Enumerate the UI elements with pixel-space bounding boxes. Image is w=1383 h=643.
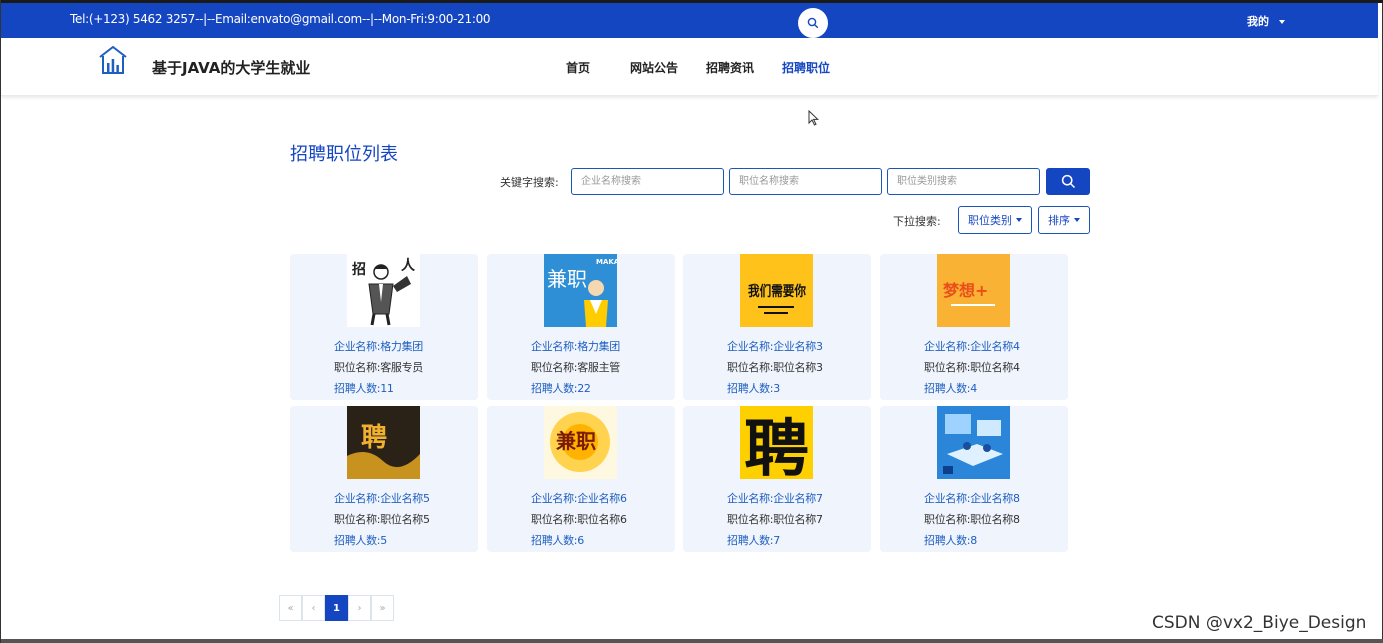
- thumb-text: 聘: [744, 412, 809, 479]
- company-name: 企业名称:企业名称5: [334, 492, 430, 505]
- nav-announcements[interactable]: 网站公告: [630, 59, 678, 76]
- job-thumbnail-image[interactable]: 梦想+: [937, 254, 1010, 327]
- page-title: 招聘职位列表: [290, 144, 398, 165]
- company-name: 企业名称:企业名称8: [924, 492, 1020, 505]
- first-page-button[interactable]: «: [279, 595, 302, 621]
- company-name: 企业名称:格力集团: [531, 340, 621, 353]
- thumb-text: 梦想+: [943, 281, 988, 300]
- hire-count: 招聘人数:8: [924, 534, 977, 547]
- job-thumbnail-image[interactable]: 我们需要你: [740, 254, 813, 327]
- category-dropdown[interactable]: 职位类别: [958, 206, 1032, 234]
- thumb-text: 兼职: [556, 429, 596, 453]
- position-name: 职位名称:客服主管: [531, 361, 621, 374]
- thumb-text: 聘: [361, 423, 387, 453]
- nav-home[interactable]: 首页: [566, 59, 590, 76]
- csdn-watermark: CSDN @vx2_Biye_Design: [1152, 613, 1367, 633]
- job-card[interactable]: 兼职 企业名称:企业名称6 职位名称:职位名称6 招聘人数:6: [487, 406, 675, 552]
- job-card[interactable]: 聘 企业名称:企业名称7 职位名称:职位名称7 招聘人数:7: [683, 406, 871, 552]
- category-dropdown-label: 职位类别: [968, 214, 1012, 227]
- company-name: 企业名称:企业名称3: [727, 340, 823, 353]
- hire-count: 招聘人数:5: [334, 534, 387, 547]
- position-name: 职位名称:客服专员: [334, 361, 424, 374]
- company-name: 企业名称:格力集团: [334, 340, 424, 353]
- job-thumbnail-image[interactable]: 兼职: [544, 406, 617, 479]
- job-card[interactable]: 我们需要你 企业名称:企业名称3 职位名称:职位名称3 招聘人数:3: [683, 254, 871, 400]
- thumb-text: 我们需要你: [748, 283, 806, 300]
- hire-count: 招聘人数:11: [334, 382, 394, 395]
- search-icon: [1061, 174, 1075, 189]
- main-navbar: 基于JAVA的大学生就业 首页 网站公告 招聘资讯 招聘职位: [1, 38, 1378, 96]
- company-name: 企业名称:企业名称7: [727, 492, 823, 505]
- job-thumbnail-image[interactable]: 招 人: [347, 254, 420, 327]
- thumb-badge: MAKA: [596, 258, 617, 266]
- search-button[interactable]: [1046, 168, 1090, 195]
- last-page-button[interactable]: »: [371, 595, 394, 621]
- hire-count: 招聘人数:3: [727, 382, 780, 395]
- logo-house-icon[interactable]: [97, 44, 129, 76]
- hire-count: 招聘人数:4: [924, 382, 977, 395]
- nav-jobs[interactable]: 招聘职位: [782, 59, 830, 76]
- page-1-button[interactable]: 1: [325, 595, 348, 621]
- chevron-down-icon: [1016, 218, 1022, 222]
- pagination: « ‹ 1 › »: [279, 595, 394, 621]
- keyword-search-label: 关键字搜索:: [500, 176, 559, 189]
- user-menu-label: 我的: [1247, 15, 1269, 28]
- hire-count: 招聘人数:22: [531, 382, 591, 395]
- chevron-down-icon: [1074, 218, 1080, 222]
- job-card[interactable]: 招 人 企业名称:格力集团 职位名称:客服专员 招聘人数:11: [290, 254, 478, 400]
- position-search-input[interactable]: [729, 168, 882, 195]
- position-name: 职位名称:职位名称3: [727, 361, 823, 374]
- thumb-text: 兼职: [547, 267, 587, 291]
- job-thumbnail-image[interactable]: 兼职 MAKA: [544, 254, 617, 327]
- job-card[interactable]: 梦想+ 企业名称:企业名称4 职位名称:职位名称4 招聘人数:4: [880, 254, 1068, 400]
- chevron-down-icon: [1279, 20, 1285, 24]
- sort-dropdown[interactable]: 排序: [1038, 206, 1090, 234]
- category-search-input[interactable]: [887, 168, 1040, 195]
- svg-text:招: 招: [352, 261, 366, 278]
- job-card[interactable]: 聘 企业名称:企业名称5 职位名称:职位名称5 招聘人数:5: [290, 406, 478, 552]
- company-search-input[interactable]: [571, 168, 724, 195]
- job-card[interactable]: 兼职 MAKA 企业名称:格力集团 职位名称:客服主管 招聘人数:22: [487, 254, 675, 400]
- job-thumbnail-image[interactable]: 聘: [740, 406, 813, 479]
- svg-text:人: 人: [401, 257, 416, 274]
- job-thumbnail-image[interactable]: 聘: [347, 406, 420, 479]
- mouse-cursor-icon: [808, 110, 819, 126]
- position-name: 职位名称:职位名称7: [727, 513, 823, 526]
- position-name: 职位名称:职位名称8: [924, 513, 1020, 526]
- site-name[interactable]: 基于JAVA的大学生就业: [152, 57, 310, 78]
- next-page-button[interactable]: ›: [348, 595, 371, 621]
- top-info-bar: Tel:(+123) 5462 3257--|--Email:envato@gm…: [1, 3, 1378, 38]
- position-name: 职位名称:职位名称6: [531, 513, 627, 526]
- job-card[interactable]: 企业名称:企业名称8 职位名称:职位名称8 招聘人数:8: [880, 406, 1068, 552]
- company-name: 企业名称:企业名称4: [924, 340, 1020, 353]
- job-thumbnail-image[interactable]: [937, 406, 1010, 479]
- position-name: 职位名称:职位名称4: [924, 361, 1020, 374]
- sort-dropdown-label: 排序: [1048, 214, 1070, 227]
- position-name: 职位名称:职位名称5: [334, 513, 430, 526]
- hire-count: 招聘人数:6: [531, 534, 584, 547]
- search-icon: [807, 17, 819, 29]
- window-bottom-border: [1, 639, 1383, 643]
- prev-page-button[interactable]: ‹: [302, 595, 325, 621]
- company-name: 企业名称:企业名称6: [531, 492, 627, 505]
- user-menu[interactable]: 我的: [1247, 13, 1285, 29]
- hire-count: 招聘人数:7: [727, 534, 780, 547]
- contact-info: Tel:(+123) 5462 3257--|--Email:envato@gm…: [70, 12, 491, 26]
- dropdown-search-label: 下拉搜索:: [893, 215, 941, 228]
- nav-recruit-news[interactable]: 招聘资讯: [706, 59, 754, 76]
- top-search-button[interactable]: [798, 8, 828, 38]
